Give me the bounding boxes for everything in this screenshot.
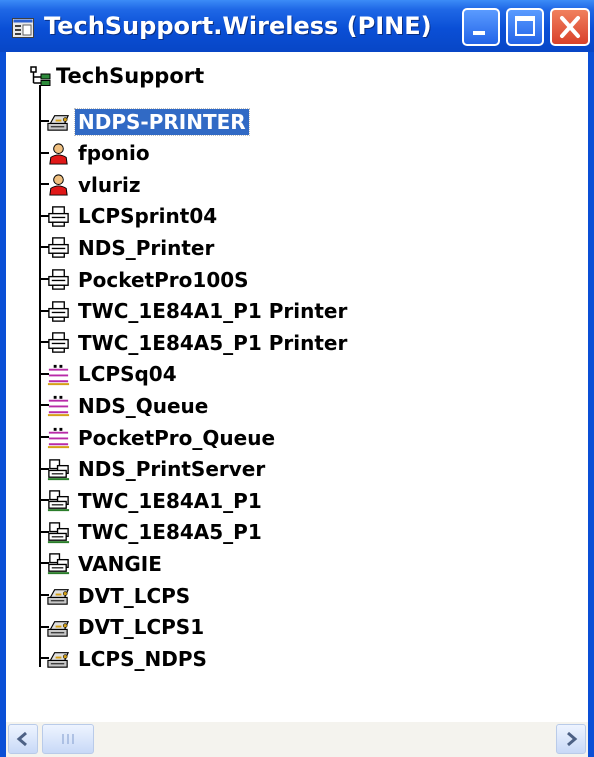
tree-item[interactable]: fponio bbox=[46, 138, 153, 169]
tree-branch-line bbox=[39, 151, 49, 154]
printer-icon bbox=[46, 267, 71, 292]
close-button[interactable] bbox=[550, 8, 590, 46]
tree-item-label: VANGIE bbox=[78, 551, 162, 576]
ndps-printer-icon bbox=[46, 615, 71, 640]
printer-icon bbox=[46, 204, 71, 229]
printer-icon bbox=[46, 299, 71, 324]
tree-branch-line bbox=[39, 625, 49, 628]
tree-item[interactable]: NDS_PrintServer bbox=[46, 454, 268, 485]
scroll-right-icon bbox=[567, 731, 578, 747]
tree-root-label: TechSupport bbox=[56, 64, 205, 88]
tree-item-label: PocketPro100S bbox=[78, 267, 249, 292]
tree-branch-line bbox=[39, 246, 49, 249]
tree-root[interactable]: TechSupport bbox=[30, 62, 204, 90]
tree-item[interactable]: NDS_Queue bbox=[46, 390, 211, 421]
tree-branch-line bbox=[39, 404, 49, 407]
maximize-icon bbox=[515, 16, 535, 36]
tree-connector-line bbox=[39, 85, 41, 667]
tree-branch-line bbox=[39, 499, 49, 502]
tree-item-label: TWC_1E84A1_P1 bbox=[78, 488, 262, 513]
tree-item-label: TWC_1E84A5_P1 bbox=[78, 520, 262, 545]
tree-item[interactable]: NDPS-PRINTER bbox=[46, 106, 250, 137]
tree-item[interactable]: DVT_LCPS bbox=[46, 580, 193, 611]
scroll-left-button[interactable] bbox=[8, 724, 38, 754]
tree-item[interactable]: PocketPro_Queue bbox=[46, 422, 278, 453]
tree-item-label: NDS_Printer bbox=[78, 235, 215, 260]
tree-item[interactable]: PocketPro100S bbox=[46, 264, 252, 295]
tree-branch-line bbox=[39, 278, 49, 280]
window-system-icon[interactable] bbox=[12, 18, 34, 38]
window-title: TechSupport.Wireless (PINE) bbox=[44, 12, 432, 40]
scroll-thumb[interactable] bbox=[42, 724, 94, 754]
print-queue-icon bbox=[46, 393, 71, 418]
user-icon bbox=[46, 141, 71, 166]
tree-item-label: DVT_LCPS bbox=[78, 583, 191, 608]
tree-branch-line bbox=[39, 341, 49, 344]
print-server-icon bbox=[46, 457, 71, 482]
tree-branch-line bbox=[39, 657, 49, 660]
print-server-icon bbox=[46, 551, 71, 576]
tree-branch-line bbox=[39, 530, 49, 533]
ndps-printer-icon bbox=[46, 646, 71, 671]
tree-item-label: fponio bbox=[78, 141, 150, 166]
tree-branch-line bbox=[39, 467, 49, 470]
tree-branch-line bbox=[39, 183, 49, 186]
print-queue-icon bbox=[46, 425, 71, 450]
tree-item-label: TWC_1E84A5_P1 Printer bbox=[78, 330, 348, 355]
tree-item-label: DVT_LCPS1 bbox=[78, 615, 205, 640]
user-icon bbox=[46, 172, 71, 197]
minimize-button[interactable] bbox=[462, 8, 500, 46]
tree-item[interactable]: NDS_Printer bbox=[46, 232, 217, 263]
tree-item-label: LCPSq04 bbox=[78, 362, 177, 387]
scroll-right-button[interactable] bbox=[556, 724, 586, 754]
tree-item[interactable]: TWC_1E84A5_P1 bbox=[46, 517, 265, 548]
tree-branch-line bbox=[39, 372, 49, 375]
tree-item-label: PocketPro_Queue bbox=[78, 425, 276, 450]
object-tree[interactable]: TechSupport NDPS-PRINTER fponio vluriz LCPS… bbox=[6, 52, 588, 722]
tree-item[interactable]: LCPSq04 bbox=[46, 359, 180, 390]
print-queue-icon bbox=[46, 362, 71, 387]
tree-item-label: NDS_PrintServer bbox=[78, 457, 266, 482]
org-tree-icon bbox=[30, 66, 51, 86]
tree-branch-line bbox=[39, 436, 49, 438]
tree-item-label: vluriz bbox=[78, 172, 141, 197]
close-icon bbox=[560, 16, 580, 38]
maximize-button[interactable] bbox=[506, 8, 544, 46]
tree-branch-line bbox=[39, 309, 49, 312]
printer-icon bbox=[46, 235, 71, 260]
ndps-printer-icon bbox=[46, 583, 71, 608]
printer-icon bbox=[46, 330, 71, 355]
ndps-printer-icon bbox=[46, 109, 71, 134]
title-bar[interactable]: TechSupport.Wireless (PINE) bbox=[0, 0, 594, 52]
tree-branch-line bbox=[39, 594, 49, 596]
print-server-icon bbox=[46, 520, 71, 545]
tree-item-label: LCPS_NDPS bbox=[78, 646, 207, 671]
tree-branch-line bbox=[39, 214, 49, 217]
tree-item-label: LCPSprint04 bbox=[78, 204, 218, 229]
tree-item-label: NDPS-PRINTER bbox=[74, 107, 250, 136]
tree-branch-line bbox=[39, 562, 49, 565]
tree-item[interactable]: TWC_1E84A5_P1 Printer bbox=[46, 327, 350, 358]
horizontal-scrollbar[interactable] bbox=[6, 722, 588, 757]
grip-icon bbox=[62, 734, 74, 744]
scroll-left-icon bbox=[16, 731, 27, 747]
print-server-icon bbox=[46, 488, 71, 513]
tree-branch-line bbox=[39, 120, 49, 122]
tree-item[interactable]: LCPSprint04 bbox=[46, 201, 220, 232]
tree-item[interactable]: TWC_1E84A1_P1 bbox=[46, 485, 265, 516]
tree-item-label: TWC_1E84A1_P1 Printer bbox=[78, 299, 348, 324]
minimize-icon bbox=[473, 31, 485, 35]
tree-item[interactable]: VANGIE bbox=[46, 548, 165, 579]
tree-item[interactable]: vluriz bbox=[46, 169, 144, 200]
tree-item[interactable]: LCPS_NDPS bbox=[46, 643, 210, 674]
tree-item[interactable]: DVT_LCPS1 bbox=[46, 612, 207, 643]
tree-item[interactable]: TWC_1E84A1_P1 Printer bbox=[46, 296, 350, 327]
tree-item-label: NDS_Queue bbox=[78, 393, 209, 418]
